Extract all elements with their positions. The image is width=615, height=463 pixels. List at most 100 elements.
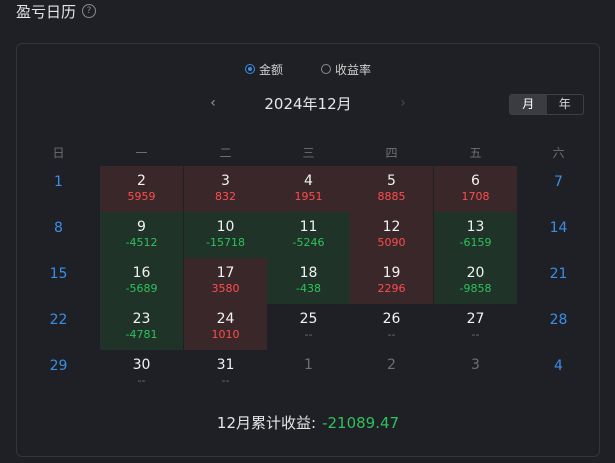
day-cell[interactable]: 4 [517,350,600,396]
day-cell[interactable]: 2 [350,350,433,396]
day-cell[interactable]: 3 832 [184,166,267,212]
day-number: 14 [549,220,568,236]
day-pnl-value: -4512 [125,236,158,249]
weekday-header: 三 [302,146,315,160]
day-cell[interactable]: 29 [17,350,100,396]
day-number: 3 [471,357,480,373]
day-pnl-value: -- [221,374,230,387]
day-number: 17 [216,265,235,281]
radio-amount[interactable]: 金额 [244,61,283,77]
day-cell[interactable]: 4 1951 [267,166,350,212]
day-cell[interactable]: 22 [17,304,100,350]
day-cell[interactable]: 9 -4512 [100,212,183,258]
summary-label: 12月累计收益: [216,414,317,432]
day-number: 22 [49,312,68,328]
help-icon[interactable]: ? [82,4,97,18]
day-number: 18 [299,265,318,281]
day-pnl-value: -6159 [459,236,492,249]
weekday-header: 一 [135,146,148,160]
day-cell[interactable]: 13 -6159 [434,212,517,258]
day-number: 9 [137,219,146,235]
day-cell[interactable]: 7 [517,166,600,212]
weekday-header: 六 [552,146,565,160]
day-number: 26 [382,311,401,327]
day-cell[interactable]: 14 [517,212,600,258]
radio-dot-return-rate[interactable] [321,64,331,74]
toggle-month[interactable]: 月 [510,95,547,114]
day-number: 7 [554,174,563,190]
month-label: 2024年12月 [264,94,352,113]
prev-month-chevron-icon[interactable]: ‹ [203,95,223,111]
day-cell[interactable]: 30 -- [100,350,183,396]
day-cell[interactable]: 11 -5246 [267,212,350,258]
day-pnl-value: -- [387,328,396,341]
day-cell[interactable]: 17 3580 [184,258,267,304]
day-pnl-value: 5959 [127,190,156,203]
day-cell[interactable]: 27 -- [434,304,517,350]
next-month-chevron-icon[interactable]: › [393,95,413,111]
day-cell[interactable]: 20 -9858 [434,258,517,304]
day-cell[interactable]: 8 [17,212,100,258]
day-pnl-value: -- [471,328,480,341]
day-number: 2 [387,357,396,373]
day-number: 27 [466,311,485,327]
day-cell[interactable]: 19 2296 [350,258,433,304]
day-number: 12 [382,219,401,235]
day-cell[interactable]: 6 1708 [434,166,517,212]
day-cell[interactable]: 28 [517,304,600,350]
radio-dot-amount[interactable] [244,64,255,74]
day-cell[interactable]: 24 1010 [184,304,267,350]
day-cell[interactable]: 2 5959 [100,166,183,212]
title-row: 盈亏日历 ? [16,0,97,22]
toggle-year[interactable]: 年 [547,95,584,114]
day-number: 16 [132,265,151,281]
day-pnl-value: 1951 [294,190,323,203]
day-pnl-value: -438 [296,282,321,295]
day-number: 13 [466,219,485,235]
day-number: 23 [132,311,151,327]
day-cell[interactable]: 1 [267,350,350,396]
day-number: 31 [216,357,235,373]
day-pnl-value: 5090 [377,236,406,249]
day-pnl-value: 1708 [461,190,490,203]
day-pnl-value: -- [304,328,313,341]
day-cell[interactable]: 15 [17,258,100,304]
day-pnl-value: -4781 [125,328,158,341]
day-pnl-value: 1010 [211,328,240,341]
day-pnl-value: 3580 [211,282,240,295]
day-cell[interactable]: 1 [17,166,100,212]
day-number: 1 [54,174,63,190]
weekday-header: 四 [385,146,398,160]
day-pnl-value: -5246 [292,236,325,249]
day-number: 4 [554,358,563,374]
day-cell[interactable]: 3 [434,350,517,396]
radio-amount-label: 金额 [258,62,283,77]
day-cell[interactable]: 16 -5689 [100,258,183,304]
day-number: 10 [216,219,235,235]
day-number: 8 [54,220,63,236]
day-cell[interactable]: 5 8885 [350,166,433,212]
day-cell[interactable]: 10 -15718 [184,212,267,258]
radio-return-rate[interactable]: 收益率 [321,61,371,77]
weekday-header: 日 [52,146,65,160]
day-number: 20 [466,265,485,281]
day-cell[interactable]: 31 -- [184,350,267,396]
day-number: 1 [304,357,313,373]
day-number: 4 [304,173,313,189]
day-pnl-value: 8885 [377,190,406,203]
view-toggle: 月 年 [509,94,584,115]
day-number: 29 [49,358,68,374]
day-cell[interactable]: 12 5090 [350,212,433,258]
day-number: 15 [49,266,68,282]
day-pnl-value: -5689 [125,282,158,295]
day-cell[interactable]: 26 -- [350,304,433,350]
day-cell[interactable]: 25 -- [267,304,350,350]
weekday-header: 二 [219,146,232,160]
page-title: 盈亏日历 [16,2,77,21]
day-cell[interactable]: 18 -438 [267,258,350,304]
day-number: 3 [221,173,230,189]
day-cell[interactable]: 21 [517,258,600,304]
day-number: 2 [137,173,146,189]
metric-radio-group: 金额 收益率 [17,61,599,77]
day-cell[interactable]: 23 -4781 [100,304,183,350]
